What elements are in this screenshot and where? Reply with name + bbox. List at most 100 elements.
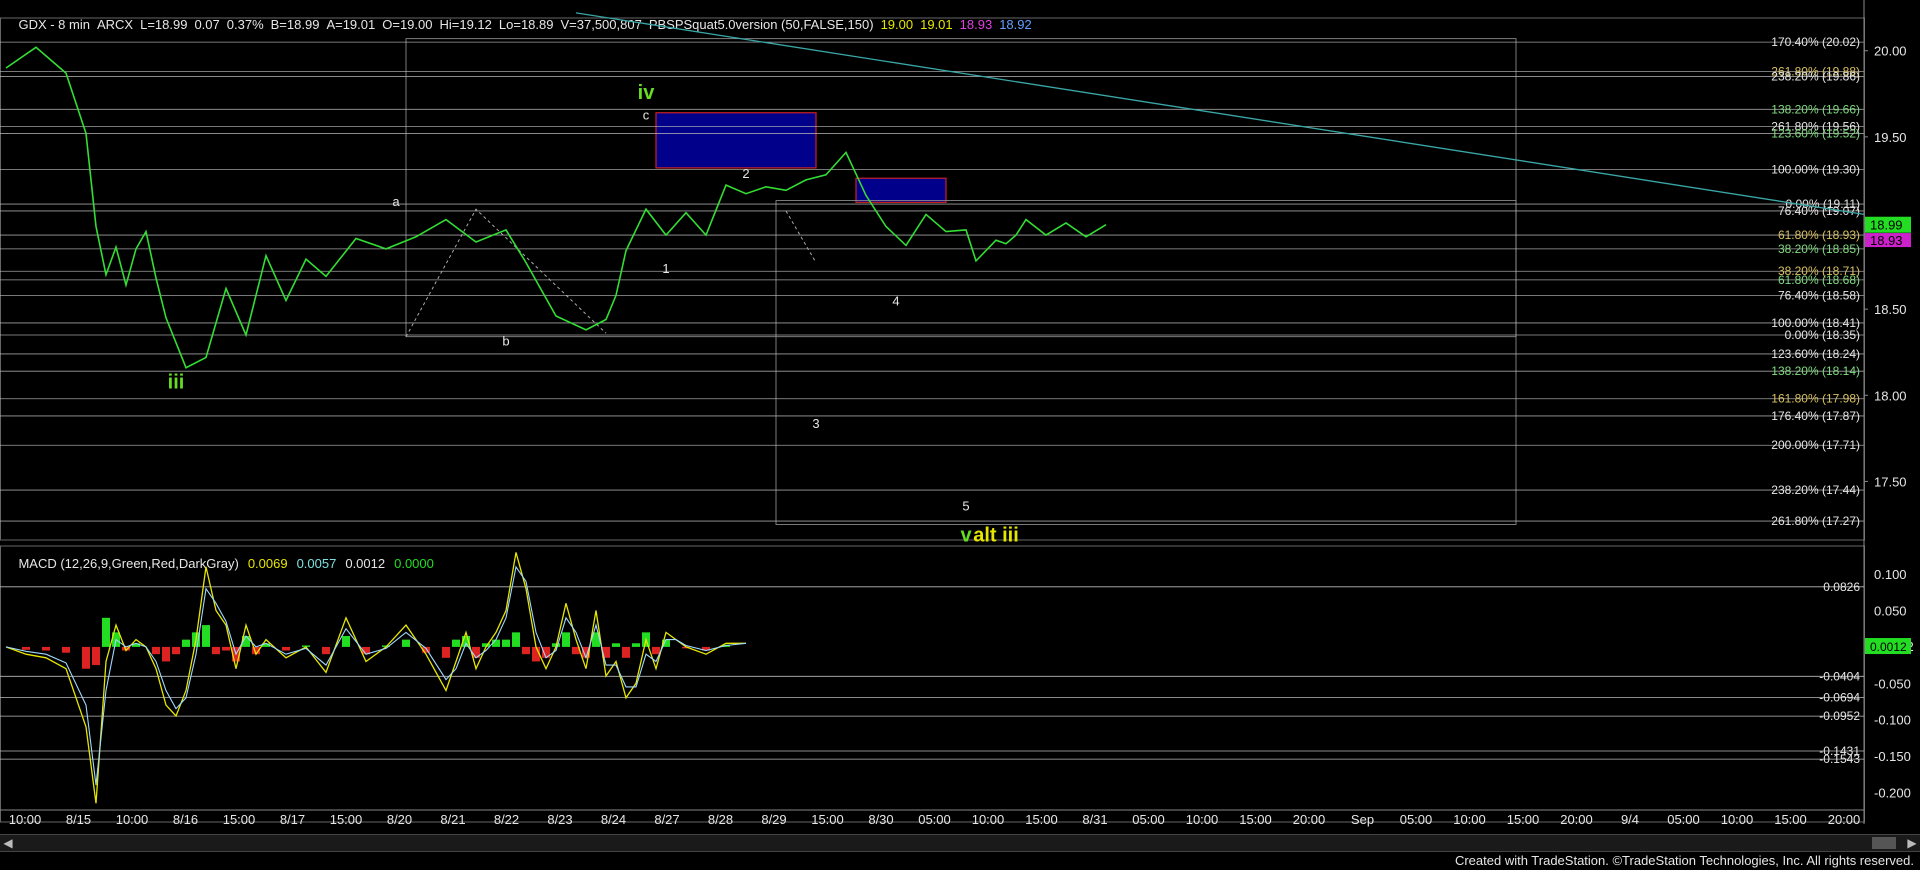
macd-y-tick-label: -0.150 xyxy=(1874,749,1911,764)
fib-level-label: 138.20% (18.14) xyxy=(1771,364,1860,378)
fib-level-label: 138.20% (19.66) xyxy=(1771,102,1860,116)
x-tick-label: 15:00 xyxy=(1507,812,1540,827)
macd-value-tag-text: 0.0012 xyxy=(1870,640,1907,654)
fib-level-label: 38.20% (18.85) xyxy=(1778,242,1860,256)
macd-histogram-bar xyxy=(102,617,110,647)
x-tick-label: 8/29 xyxy=(761,812,786,827)
fib-level-label: 100.00% (19.30) xyxy=(1771,163,1860,177)
x-tick-label: 05:00 xyxy=(1400,812,1433,827)
macd-histogram-bar xyxy=(322,646,330,655)
wave-label: 4 xyxy=(892,294,899,309)
scroll-right-icon[interactable]: ▶ xyxy=(1904,835,1920,851)
indicator-tag-text: 18.93 xyxy=(1870,233,1903,248)
macd-histogram-bar xyxy=(452,639,460,647)
macd-level-label: -0.0694 xyxy=(1819,690,1860,704)
target-zone-box-1 xyxy=(655,112,817,169)
macd-level-label: 0.0826 xyxy=(1823,580,1860,594)
y-tick-label: 19.50 xyxy=(1874,130,1907,145)
macd-histogram-bar xyxy=(442,646,450,658)
macd-histogram-bar xyxy=(632,643,640,647)
wave-label: a xyxy=(392,194,400,209)
macd-level-label: -0.0952 xyxy=(1819,709,1860,723)
abc-guide xyxy=(405,208,607,337)
fib-level-label: 123.60% (18.24) xyxy=(1771,347,1860,361)
macd-histogram-bar xyxy=(222,646,230,651)
fib-level-label: 61.80% (18.68) xyxy=(1778,273,1860,287)
macd-histogram-bar xyxy=(62,646,70,653)
indicator-tag: 18.93 xyxy=(1865,233,1911,248)
price-pane-frame xyxy=(0,17,1865,541)
wave-label: 1 xyxy=(662,261,669,276)
wave-label: c xyxy=(643,108,650,123)
scroll-thumb[interactable] xyxy=(1872,837,1896,849)
macd-histogram-bar xyxy=(82,646,90,669)
macd-histogram-bar xyxy=(162,646,170,662)
tradestation-chart-window: GDX - 8 min ARCX L=18.99 0.07 0.37% B=18.99 A=… xyxy=(0,0,1920,870)
x-tick-label: 10:00 xyxy=(1186,812,1219,827)
copyright-footer: Created with TradeStation. ©TradeStation… xyxy=(1454,853,1914,868)
x-tick-label: 8/22 xyxy=(494,812,519,827)
x-tick-label: 9/4 xyxy=(1621,812,1639,827)
x-tick-label: 8/16 xyxy=(173,812,198,827)
x-tick-label: 10:00 xyxy=(1721,812,1754,827)
macd-histogram-bar xyxy=(22,646,30,650)
macd-value-tag: 0.0012 xyxy=(1865,638,1911,655)
y-tick-label: 17.50 xyxy=(1874,474,1907,489)
fib-level-label: 0.00% (18.35) xyxy=(1785,328,1860,342)
fib-level-label: 238.20% (17.44) xyxy=(1771,483,1860,497)
x-tick-label: 05:00 xyxy=(918,812,951,827)
x-tick-label: 20:00 xyxy=(1560,812,1593,827)
macd-histogram-bar xyxy=(522,646,530,655)
price-line xyxy=(5,46,1107,369)
macd-histogram-bar xyxy=(212,646,220,655)
macd-histogram-bar xyxy=(92,646,100,666)
macd-level-label: -0.0404 xyxy=(1819,669,1860,683)
macd-histogram-bar xyxy=(202,625,210,647)
wave-label: alt iii xyxy=(973,525,1019,547)
fib-level-label: 123.60% (19.52) xyxy=(1771,126,1860,140)
last-price-tag-text: 18.99 xyxy=(1870,218,1903,233)
fib-level-label: 170.40% (20.02) xyxy=(1771,35,1860,49)
fib-level-label: 76.40% (18.58) xyxy=(1778,288,1860,302)
x-tick-label: 8/15 xyxy=(66,812,91,827)
y-tick-label: 18.00 xyxy=(1874,388,1907,403)
x-tick-label: 15:00 xyxy=(223,812,256,827)
macd-histogram-bar xyxy=(172,646,180,655)
wave-label: 3 xyxy=(812,416,819,431)
macd-histogram-bar xyxy=(612,643,620,647)
x-tick-label: 15:00 xyxy=(1774,812,1807,827)
y-tick-label: 20.00 xyxy=(1874,44,1907,59)
wave-label: 5 xyxy=(962,499,969,514)
fib-level-label: 161.80% (17.98) xyxy=(1771,392,1860,406)
fib-level-label: 61.80% (18.93) xyxy=(1778,228,1860,242)
x-tick-label: 8/30 xyxy=(868,812,893,827)
x-tick-label: 8/28 xyxy=(708,812,733,827)
macd-histogram-bar xyxy=(512,632,520,647)
x-tick-label: 15:00 xyxy=(1025,812,1058,827)
x-tick-label: 8/20 xyxy=(387,812,412,827)
scroll-left-icon[interactable]: ◀ xyxy=(0,835,16,851)
macd-histogram-bar xyxy=(652,646,660,655)
price-chart[interactable]: 170.40% (20.02)261.80% (19.88)238.20% (1… xyxy=(0,0,1920,834)
fib-box-left xyxy=(405,38,1517,338)
macd-histogram-bar xyxy=(152,646,160,655)
x-tick-label: 8/17 xyxy=(280,812,305,827)
horizontal-scrollbar[interactable]: ◀ ▶ xyxy=(0,834,1920,852)
x-tick-label: 8/24 xyxy=(601,812,626,827)
macd-histogram-bar xyxy=(622,646,630,658)
macd-y-tick-label: 0.050 xyxy=(1874,604,1907,619)
x-tick-label: 10:00 xyxy=(9,812,42,827)
x-tick-label: 8/27 xyxy=(654,812,679,827)
x-tick-label: 15:00 xyxy=(811,812,844,827)
wave-label: 2 xyxy=(742,166,749,181)
macd-y-tick-label: -0.200 xyxy=(1874,785,1911,800)
fib-level-label: 200.00% (17.71) xyxy=(1771,438,1860,452)
wave-guide xyxy=(785,210,817,263)
x-tick-label: 15:00 xyxy=(1239,812,1272,827)
x-tick-label: 8/21 xyxy=(440,812,465,827)
fib-level-label: 76.40% (19.07) xyxy=(1778,204,1860,218)
fib-level-label: 238.20% (19.86) xyxy=(1771,70,1860,84)
macd-histogram-bar xyxy=(562,632,570,647)
macd-histogram-bar xyxy=(342,636,350,647)
x-tick-label: 20:00 xyxy=(1828,812,1861,827)
